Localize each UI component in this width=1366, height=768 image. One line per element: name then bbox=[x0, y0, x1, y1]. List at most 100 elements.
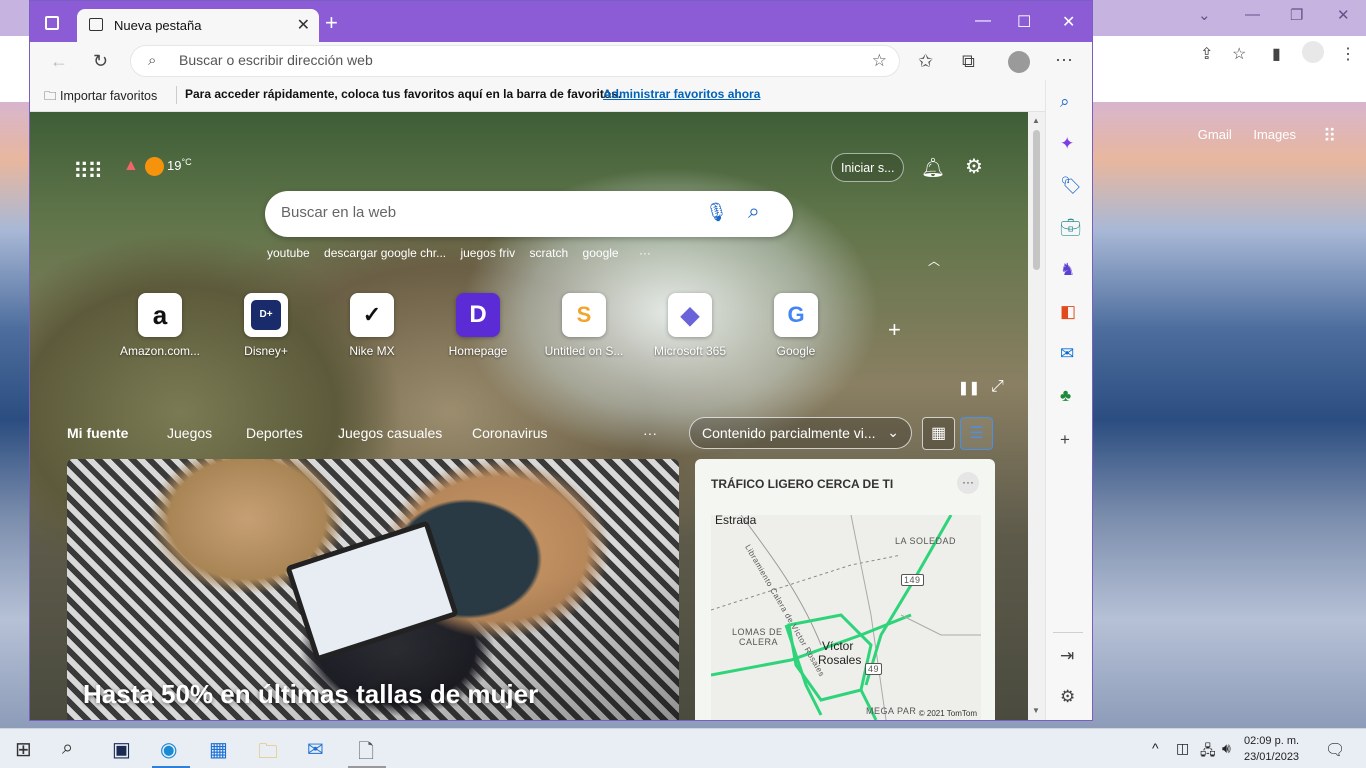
trending-item[interactable]: scratch bbox=[530, 246, 569, 260]
settings-gear-icon[interactable]: ⚙ bbox=[1060, 687, 1075, 707]
file-explorer-icon[interactable]: 🗀 bbox=[258, 737, 278, 768]
search-icon[interactable]: ⌕ bbox=[62, 737, 73, 760]
tree-icon[interactable]: ♣ bbox=[1060, 386, 1071, 406]
quick-link-tile[interactable]: D Homepage bbox=[428, 293, 528, 358]
shopping-tag-icon[interactable]: 🏷︎ bbox=[1060, 176, 1082, 196]
profile-avatar[interactable] bbox=[1008, 51, 1030, 73]
settings-gear-icon[interactable]: ⚙ bbox=[965, 154, 983, 179]
weather-widget[interactable]: ▲ 19°C bbox=[123, 157, 192, 176]
tab-actions-icon[interactable] bbox=[45, 16, 59, 30]
close-icon[interactable]: ✕ bbox=[1337, 6, 1350, 24]
chevron-up-icon[interactable]: ︿ bbox=[928, 252, 940, 269]
quick-link-tile[interactable]: G Google bbox=[746, 293, 846, 358]
traffic-card[interactable]: TRÁFICO LIGERO CERCA DE TI ··· Estrada L… bbox=[695, 459, 995, 720]
trending-item[interactable]: youtube bbox=[267, 246, 310, 260]
app-icon[interactable]: ▣ bbox=[112, 737, 131, 762]
manage-favorites-link[interactable]: Administrar favoritos ahora bbox=[603, 87, 760, 101]
feed-tab-deportes[interactable]: Deportes bbox=[246, 425, 303, 441]
pause-icon[interactable]: ❚❚ bbox=[958, 380, 980, 396]
edge-icon[interactable]: ◉ bbox=[160, 737, 177, 762]
feed-tab-mi-fuente[interactable]: Mi fuente bbox=[67, 425, 128, 441]
office-icon[interactable]: ◧ bbox=[1060, 302, 1076, 322]
outlook-icon[interactable]: ✉ bbox=[1060, 344, 1074, 364]
traffic-more-button[interactable]: ··· bbox=[957, 472, 979, 494]
refresh-icon[interactable]: ↻ bbox=[93, 51, 108, 72]
chevron-down-icon[interactable]: ⌄ bbox=[1198, 6, 1211, 24]
close-icon[interactable]: ✕ bbox=[297, 15, 310, 35]
web-search-box[interactable]: 🎙︎ ⌕ bbox=[265, 191, 793, 237]
games-icon[interactable]: ♞ bbox=[1060, 260, 1075, 280]
maximize-icon[interactable]: ☐ bbox=[1017, 12, 1031, 32]
sidepanel-icon[interactable]: ▮ bbox=[1272, 44, 1281, 64]
google-apps-icon[interactable]: ⠿ bbox=[1323, 126, 1336, 147]
microphone-icon[interactable]: 🎙︎ bbox=[705, 202, 728, 223]
microsoft-store-icon[interactable]: ▦ bbox=[209, 737, 228, 762]
quick-link-tile[interactable]: ◆ Microsoft 365 bbox=[640, 293, 740, 358]
system-clock[interactable]: 02:09 p. m. 23/01/2023 bbox=[1244, 733, 1299, 765]
feed-tab-juegos-casuales[interactable]: Juegos casuales bbox=[338, 425, 442, 441]
page-scrollbar[interactable]: ▲ ▼ bbox=[1028, 112, 1045, 720]
list-view-icon[interactable]: ☰ bbox=[960, 417, 993, 450]
chevron-up-icon[interactable]: ^ bbox=[1152, 740, 1159, 756]
scroll-up-icon[interactable]: ▲ bbox=[1032, 116, 1040, 125]
expand-icon[interactable]: ⤢ bbox=[991, 378, 1004, 396]
new-tab-plus-icon[interactable]: + bbox=[325, 10, 338, 36]
avatar[interactable] bbox=[1302, 41, 1324, 63]
more-menu-icon[interactable]: ··· bbox=[1055, 49, 1073, 70]
app-launcher-icon[interactable]: ⠿⠿ bbox=[73, 159, 103, 185]
minimize-icon[interactable]: — bbox=[1245, 6, 1260, 23]
add-icon[interactable]: + bbox=[1060, 430, 1070, 450]
featured-article-card[interactable]: Hasta 50% en últimas tallas de mujer bbox=[67, 459, 679, 720]
bookmark-star-icon[interactable]: ☆ bbox=[1232, 44, 1246, 64]
search-icon[interactable]: ⌕ bbox=[1060, 92, 1070, 112]
scroll-down-icon[interactable]: ▼ bbox=[1032, 706, 1040, 715]
signin-button[interactable]: Iniciar s... bbox=[831, 153, 904, 182]
notepad-icon[interactable]: 🗋 bbox=[358, 737, 374, 768]
gmail-link[interactable]: Gmail bbox=[1198, 127, 1232, 142]
quick-link-tile[interactable]: a Amazon.com... bbox=[110, 293, 210, 358]
feed-more-button[interactable]: ··· bbox=[643, 425, 657, 441]
collections-icon[interactable]: ⧉ bbox=[962, 51, 975, 72]
trending-item[interactable]: juegos friv bbox=[460, 246, 515, 260]
add-favorite-icon[interactable]: ☆ bbox=[872, 51, 887, 71]
import-favorites-button[interactable]: 🗀 Importar favoritos bbox=[44, 87, 157, 108]
web-search-input[interactable] bbox=[281, 204, 681, 221]
volume-icon[interactable]: 🔊︎ bbox=[1222, 740, 1231, 757]
network-icon[interactable]: 🖧︎ bbox=[1200, 740, 1216, 764]
mail-icon[interactable]: ✉ bbox=[307, 737, 324, 762]
feed-tab-juegos[interactable]: Juegos bbox=[167, 425, 212, 441]
scroll-thumb[interactable] bbox=[1033, 130, 1040, 270]
hide-sidebar-icon[interactable]: ⇥ bbox=[1060, 646, 1074, 666]
start-windows-icon[interactable]: ⊞ bbox=[15, 737, 32, 762]
notifications-icon[interactable]: 🗨︎ bbox=[1325, 740, 1345, 760]
tools-briefcase-icon[interactable]: 💼︎ bbox=[1060, 218, 1082, 238]
search-icon[interactable]: ⌕ bbox=[748, 200, 760, 224]
kebab-menu-icon[interactable]: ⋮ bbox=[1340, 44, 1356, 64]
discover-sparkle-icon[interactable]: ✦ bbox=[1060, 134, 1074, 154]
grid-view-icon[interactable]: ▦ bbox=[922, 417, 955, 450]
meet-now-icon[interactable]: ◫ bbox=[1176, 740, 1189, 757]
notifications-bell-icon[interactable]: 🔔︎ bbox=[921, 156, 945, 180]
address-input[interactable] bbox=[179, 52, 839, 68]
traffic-map[interactable]: Estrada LA SOLEDAD LOMAS DE CALERA Vícto… bbox=[711, 513, 981, 720]
content-visibility-dropdown[interactable]: Contenido parcialmente vi... ⌄ bbox=[689, 417, 912, 449]
quick-link-tile[interactable]: ✓ Nike MX bbox=[322, 293, 422, 358]
quick-link-tile[interactable]: D+ Disney+ bbox=[216, 293, 316, 358]
share-icon[interactable]: ⇪ bbox=[1200, 44, 1213, 64]
trending-item[interactable]: descargar google chr... bbox=[324, 246, 446, 260]
minimize-icon[interactable]: — bbox=[975, 12, 991, 30]
favorites-icon[interactable]: ✩ bbox=[918, 51, 933, 72]
quick-link-tile[interactable]: S Untitled on S... bbox=[534, 293, 634, 358]
traffic-title: TRÁFICO LIGERO CERCA DE TI bbox=[711, 477, 894, 491]
tab-new-tab[interactable]: Nueva pestaña ✕ bbox=[77, 9, 319, 42]
feed-tab-coronavirus[interactable]: Coronavirus bbox=[472, 425, 547, 441]
address-bar[interactable]: ⌕ ☆ bbox=[130, 45, 900, 77]
trending-more-button[interactable]: ··· bbox=[639, 246, 651, 260]
add-quick-link-icon[interactable]: + bbox=[888, 317, 901, 343]
close-icon[interactable]: ✕ bbox=[1062, 12, 1075, 32]
restore-icon[interactable]: ❐ bbox=[1290, 6, 1303, 24]
trending-item[interactable]: google bbox=[583, 246, 619, 260]
back-arrow-icon[interactable]: ← bbox=[50, 51, 68, 72]
images-link[interactable]: Images bbox=[1253, 127, 1296, 142]
map-label: LA SOLEDAD bbox=[895, 536, 957, 546]
